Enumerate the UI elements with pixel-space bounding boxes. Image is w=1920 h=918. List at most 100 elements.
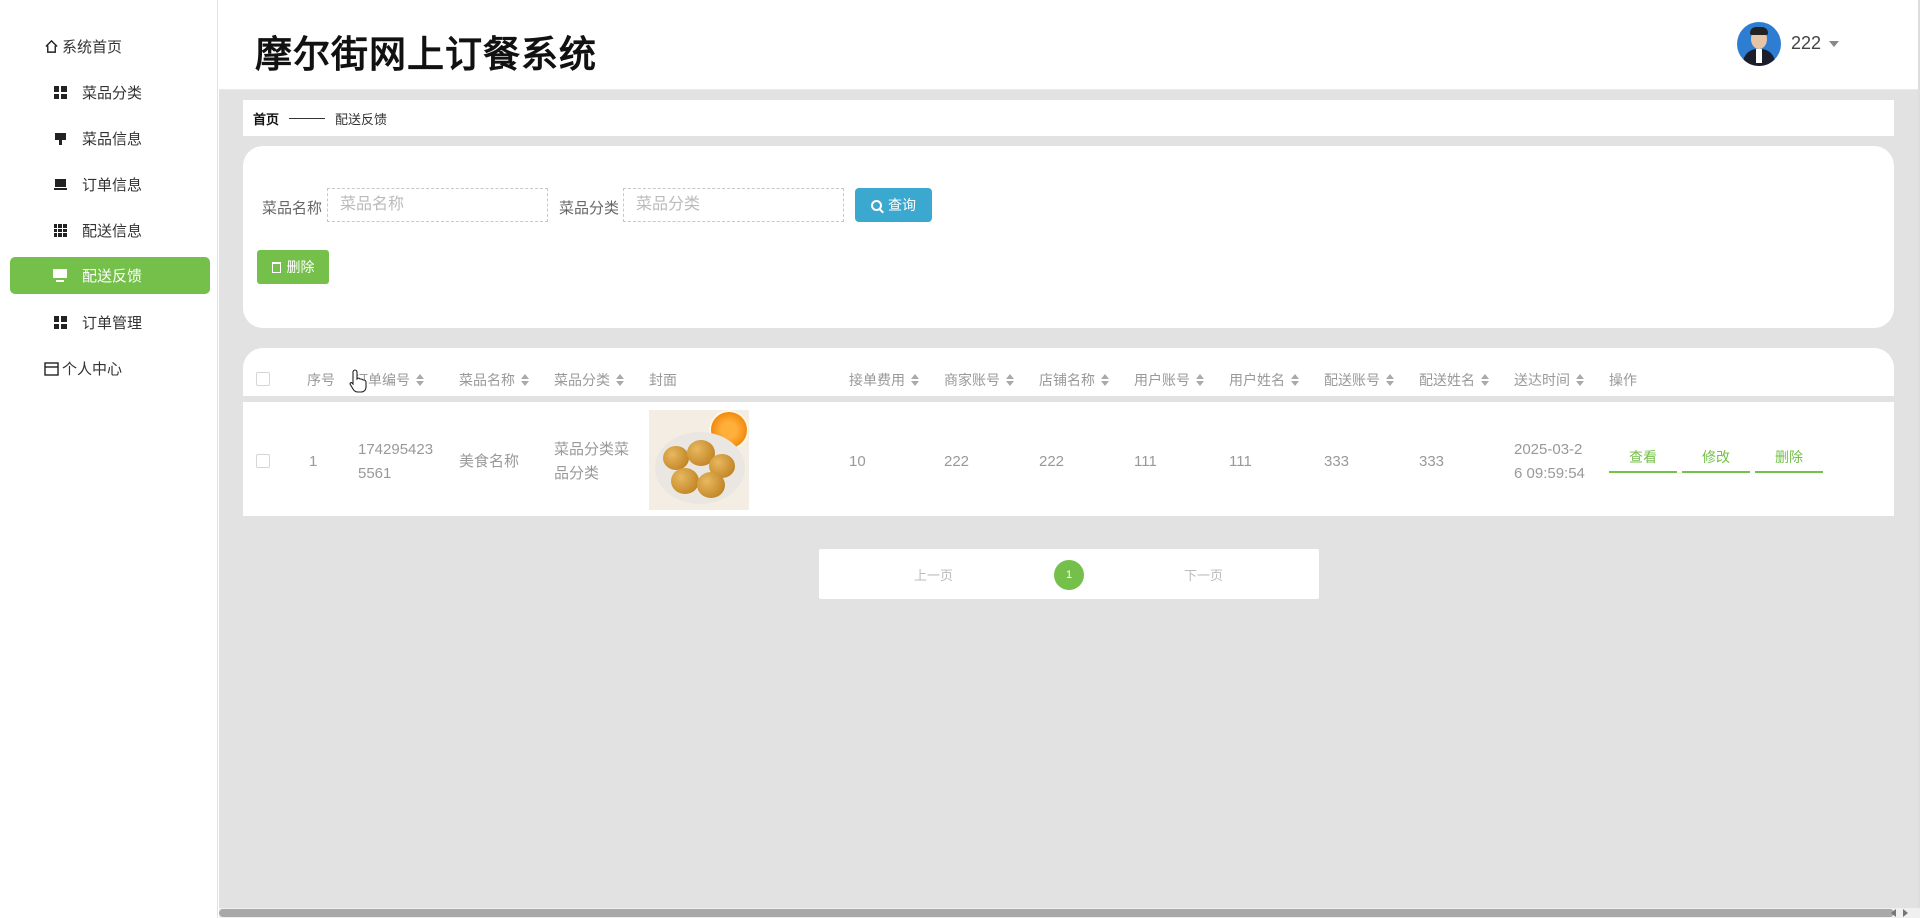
data-table: 序号 订单编号 菜品名称 菜品分类 封面 接单费用 商家账号 店铺名称 用户账号… <box>243 348 1894 528</box>
breadcrumb-home[interactable]: 首页 <box>253 109 279 128</box>
column-header-sortable[interactable]: 用户账号 <box>1134 370 1204 390</box>
view-button[interactable]: 查看 <box>1609 446 1677 473</box>
column-header-sortable[interactable]: 用户姓名 <box>1229 370 1299 390</box>
table-row: 1 174295423 5561 美食名称 菜品分类菜 品分类 10 222 2… <box>243 408 1894 516</box>
table-header: 序号 订单编号 菜品名称 菜品分类 封面 接单费用 商家账号 店铺名称 用户账号… <box>243 348 1894 402</box>
column-header-sortable[interactable]: 配送账号 <box>1324 370 1394 390</box>
column-header: 序号 <box>307 372 335 388</box>
sort-icon <box>1101 374 1109 386</box>
cell-fee: 10 <box>849 453 866 470</box>
user-menu[interactable]: 222 <box>1791 33 1840 54</box>
sort-icon <box>1196 374 1204 386</box>
sidebar-item-dish-category[interactable]: 菜品分类 <box>10 74 210 111</box>
delete-button[interactable]: 删除 <box>1755 446 1823 473</box>
sidebar-item-home[interactable]: 系统首页 <box>10 28 210 65</box>
cell-delivery-account: 333 <box>1324 453 1350 470</box>
home-icon <box>43 39 59 55</box>
dish-name-input[interactable] <box>327 188 548 222</box>
main-content: 首页 配送反馈 菜品名称 菜品分类 查询 删除 序号 订单编号 菜品名称 菜品分… <box>219 90 1920 908</box>
column-header: 操作 <box>1609 372 1637 388</box>
sort-icon <box>1386 374 1394 386</box>
avatar[interactable] <box>1737 22 1781 66</box>
sort-icon <box>1576 374 1584 386</box>
sidebar-item-label: 配送反馈 <box>82 268 143 285</box>
breadcrumb-current: 配送反馈 <box>335 111 388 127</box>
sort-icon <box>911 374 919 386</box>
column-header-sortable[interactable]: 接单费用 <box>849 370 919 390</box>
profile-icon <box>43 361 59 377</box>
sidebar-item-label: 配送信息 <box>82 223 143 240</box>
page-number-current[interactable]: 1 <box>1054 560 1084 590</box>
top-header: 摩尔街网上订餐系统 222 <box>219 0 1920 90</box>
sidebar-item-label: 订单信息 <box>82 177 143 194</box>
cell-merchant-account: 222 <box>944 453 970 470</box>
dish-name-label: 菜品名称 <box>262 200 323 217</box>
sort-icon <box>1481 374 1489 386</box>
search-icon <box>871 199 882 211</box>
monitor-icon <box>52 268 68 284</box>
edit-button[interactable]: 修改 <box>1682 446 1750 473</box>
sidebar-item-order-manage[interactable]: 订单管理 <box>10 304 210 341</box>
scroll-left-icon[interactable] <box>1891 909 1896 917</box>
grid-icon <box>52 85 68 101</box>
scrollbar-thumb[interactable] <box>219 909 1894 917</box>
column-header-sortable[interactable]: 送达时间 <box>1514 370 1584 390</box>
cell-category: 菜品分类菜 品分类 <box>554 441 630 482</box>
apps-icon <box>52 223 68 239</box>
column-header: 封面 <box>649 372 677 388</box>
horizontal-scrollbar[interactable] <box>219 908 1920 918</box>
pagination: 上一页 1 下一页 <box>819 549 1319 599</box>
sidebar: 系统首页 菜品分类 菜品信息 订单信息 配送信息 配送反馈 订单管理 个人中心 <box>0 0 218 918</box>
grid-icon <box>52 315 68 331</box>
cell-user-name: 111 <box>1229 453 1252 470</box>
select-all-checkbox[interactable] <box>256 372 270 386</box>
username: 222 <box>1791 33 1822 53</box>
sidebar-item-dish-info[interactable]: 菜品信息 <box>10 120 210 157</box>
table-divider <box>243 516 1894 528</box>
cell-user-account: 111 <box>1134 453 1157 470</box>
sidebar-item-profile[interactable]: 个人中心 <box>10 350 210 387</box>
delete-button-label: 删除 <box>286 259 315 275</box>
sidebar-item-label: 菜品信息 <box>82 131 143 148</box>
sidebar-item-label: 菜品分类 <box>82 85 143 102</box>
query-button-label: 查询 <box>888 197 916 213</box>
row-checkbox[interactable] <box>256 454 270 468</box>
cell-shop-name: 222 <box>1039 453 1065 470</box>
sort-icon <box>416 374 424 386</box>
sidebar-item-delivery-info[interactable]: 配送信息 <box>10 212 210 249</box>
column-header-sortable[interactable]: 商家账号 <box>944 370 1014 390</box>
column-header-sortable[interactable]: 菜品名称 <box>459 370 529 390</box>
sort-icon <box>1291 374 1299 386</box>
cell-dish-name: 美食名称 <box>459 453 520 470</box>
sort-icon <box>616 374 624 386</box>
cell-index: 1 <box>309 453 318 470</box>
column-header-sortable[interactable]: 店铺名称 <box>1039 370 1109 390</box>
scroll-right-icon[interactable] <box>1903 909 1908 917</box>
breadcrumb-separator <box>289 117 326 119</box>
app-title: 摩尔街网上订餐系统 <box>255 34 597 75</box>
sort-icon <box>1006 374 1014 386</box>
caret-down-icon <box>1829 40 1840 47</box>
sidebar-item-label: 个人中心 <box>62 361 123 378</box>
dish-category-input[interactable] <box>623 188 844 222</box>
sort-icon <box>521 374 529 386</box>
trash-icon <box>271 261 281 273</box>
next-page-button[interactable]: 下一页 <box>1184 565 1223 584</box>
order-icon <box>52 177 68 193</box>
cell-order-no: 174295423 5561 <box>358 441 434 482</box>
sidebar-item-order-info[interactable]: 订单信息 <box>10 166 210 203</box>
search-panel: 菜品名称 菜品分类 查询 删除 <box>243 146 1894 328</box>
cell-delivery-name: 333 <box>1419 453 1445 470</box>
column-header-sortable[interactable]: 菜品分类 <box>554 370 624 390</box>
food-icon <box>52 131 68 147</box>
breadcrumb: 首页 配送反馈 <box>243 100 1894 136</box>
sidebar-item-delivery-feedback[interactable]: 配送反馈 <box>10 257 210 294</box>
dish-cover-image <box>649 410 749 510</box>
dish-category-label: 菜品分类 <box>559 200 620 217</box>
column-header-sortable[interactable]: 配送姓名 <box>1419 370 1489 390</box>
batch-delete-button[interactable]: 删除 <box>257 250 329 284</box>
hand-cursor-icon <box>349 369 367 393</box>
query-button[interactable]: 查询 <box>855 188 932 222</box>
prev-page-button[interactable]: 上一页 <box>914 565 953 584</box>
sidebar-item-label: 订单管理 <box>82 315 143 332</box>
